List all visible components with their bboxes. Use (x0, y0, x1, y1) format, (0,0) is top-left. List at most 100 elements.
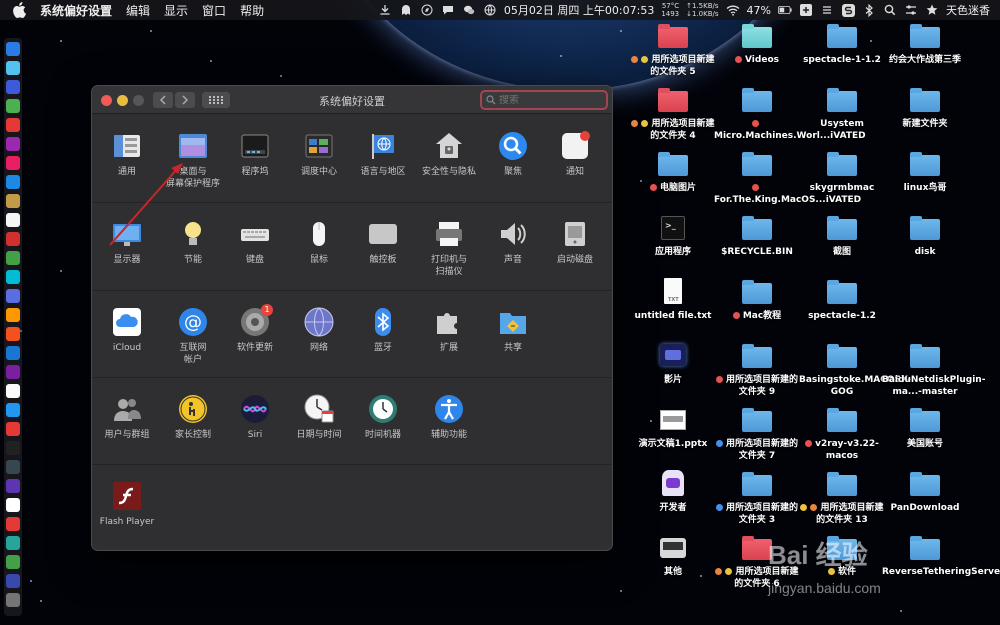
dock-trash-icon[interactable] (6, 593, 20, 607)
search-menubar-icon[interactable] (883, 3, 897, 17)
pref-startup-disk[interactable]: 启动磁盘 (542, 218, 608, 266)
desktop-item[interactable]: 电脑图片 (630, 152, 716, 194)
globe-icon[interactable] (483, 3, 497, 17)
menu-view[interactable]: 显示 (164, 2, 188, 19)
dock-scripts-icon[interactable] (6, 384, 20, 398)
battery-icon[interactable] (778, 3, 792, 17)
desktop-item[interactable]: skygrmbmac (799, 152, 885, 194)
desktop-item[interactable]: Micro.Machines.Worl...iVATED (714, 88, 866, 142)
wechat-icon[interactable] (462, 3, 476, 17)
pref-notifications[interactable]: 通知 (542, 130, 608, 178)
dock-activity-icon[interactable] (6, 460, 20, 474)
desktop-item[interactable]: linux鸟哥 (882, 152, 968, 194)
menu-window[interactable]: 窗口 (202, 2, 226, 19)
pref-accessibility[interactable]: 辅助功能 (416, 393, 482, 441)
dock-netease-icon[interactable] (6, 517, 20, 531)
pref-mission-control[interactable]: 调度中心 (286, 130, 352, 178)
desktop-item[interactable]: 美国账号 (882, 408, 968, 450)
star-icon[interactable] (925, 3, 939, 17)
pref-flash-player[interactable]: Flash Player (94, 480, 160, 528)
dock-xcode-icon[interactable] (6, 175, 20, 189)
desktop-item[interactable]: spectacle-1-1.2 (799, 24, 885, 66)
desktop-item[interactable]: 演示文稿1.pptx (630, 408, 716, 450)
dock-android-icon[interactable] (6, 99, 20, 113)
dock-teamviewer-icon[interactable] (6, 479, 20, 493)
wifi-icon[interactable] (726, 3, 740, 17)
pref-dock[interactable]: 程序坞 (222, 130, 288, 178)
datetime[interactable]: 05月02日 周四 上午00:07:53 (504, 2, 654, 18)
desktop-item[interactable]: 影片 (630, 344, 716, 386)
speech-icon[interactable] (441, 3, 455, 17)
pref-bluetooth[interactable]: 蓝牙 (350, 306, 416, 354)
battery-percent[interactable]: 47% (747, 4, 771, 17)
desktop-item[interactable]: disk (882, 216, 968, 258)
pref-network[interactable]: 网络 (286, 306, 352, 354)
pref-parental-controls[interactable]: 家长控制 (160, 393, 226, 441)
dock-tools-icon[interactable] (6, 327, 20, 341)
desktop-item[interactable]: TXT untitled file.txt (630, 278, 716, 322)
bluetooth-status-icon[interactable] (862, 3, 876, 17)
pref-siri[interactable]: Siri (222, 393, 288, 441)
dock-vivaldi-icon[interactable] (6, 422, 20, 436)
dock-wps-icon[interactable] (6, 574, 20, 588)
desktop-item[interactable]: 约会大作战第三季 (882, 24, 968, 66)
desktop-item[interactable]: 用所选项目新建的文件夹 4 (630, 88, 716, 142)
desktop-item[interactable]: spectacle-1.2 (799, 280, 885, 322)
pref-time-machine[interactable]: 时间机器 (350, 393, 416, 441)
dock-calendar-icon[interactable] (6, 213, 20, 227)
desktop-item[interactable]: ReverseTetheringServer_1.2.0 (882, 536, 1000, 578)
desktop-item[interactable]: 截图 (799, 216, 885, 258)
system-monitor[interactable]: 57°C 1493 (661, 2, 679, 18)
desktop-item[interactable]: Mac教程 (714, 280, 800, 322)
control-icon[interactable] (904, 3, 918, 17)
dock-podcasts-icon[interactable] (6, 365, 20, 379)
window-titlebar[interactable]: 系统偏好设置 (92, 86, 612, 114)
pref-mouse[interactable]: 鼠标 (286, 218, 352, 266)
user-name[interactable]: 天色迷香 (946, 2, 990, 18)
dock-opera-icon[interactable] (6, 118, 20, 132)
dock-notes-icon[interactable] (6, 194, 20, 208)
desktop-item[interactable]: 用所选项目新建的文件夹 3 (714, 472, 800, 526)
pref-extensions[interactable]: 扩展 (416, 306, 482, 354)
desktop-item[interactable]: 其他 (630, 536, 716, 578)
desktop-item[interactable]: 开发者 (630, 470, 716, 514)
dock-whatsapp-icon[interactable] (6, 555, 20, 569)
dock-maps-icon[interactable] (6, 270, 20, 284)
app-menu[interactable]: 系统偏好设置 (40, 2, 112, 19)
dock-launchpad-icon[interactable] (6, 61, 20, 75)
desktop-item[interactable]: BaiduNetdiskPlugin-ma...-master (882, 344, 985, 398)
dock-firefox-icon[interactable] (6, 232, 20, 246)
dock-photos-icon[interactable] (6, 156, 20, 170)
desktop-item[interactable]: For.The.King.MacOS...iVATED (714, 152, 861, 206)
pref-internet-accounts[interactable]: @ 互联网 帐户 (160, 306, 226, 366)
list-icon[interactable] (820, 3, 834, 17)
dock-keynote-icon[interactable] (6, 308, 20, 322)
desktop-item[interactable]: 用所选项目新建的文件夹 7 (714, 408, 800, 462)
dock-stats-icon[interactable] (6, 289, 20, 303)
pref-spotlight[interactable]: 聚焦 (480, 130, 546, 178)
dock-safari-icon[interactable] (6, 80, 20, 94)
pref-icloud[interactable]: iCloud (94, 306, 160, 354)
download-icon[interactable] (378, 3, 392, 17)
desktop-item[interactable]: 用所选项目新建的文件夹 5 (630, 24, 716, 78)
desktop-item[interactable]: 用所选项目新建的文件夹 13 (799, 472, 885, 526)
menu-edit[interactable]: 编辑 (126, 2, 150, 19)
search-field[interactable] (480, 90, 608, 110)
menu-help[interactable]: 帮助 (240, 2, 264, 19)
apple-menu-icon[interactable] (12, 2, 26, 18)
desktop-item[interactable]: Basingstoke.MACOSX-GOG (799, 344, 911, 398)
pref-trackpad[interactable]: 触控板 (350, 218, 416, 266)
desktop-item[interactable]: v2ray-v3.22-macos (799, 408, 885, 462)
pref-date-time[interactable]: 日期与时间 (286, 393, 352, 441)
dock-finder-icon[interactable] (6, 42, 20, 56)
pref-software-update[interactable]: 1 软件更新 (222, 304, 288, 354)
pref-security-privacy[interactable]: 安全性与隐私 (416, 130, 482, 178)
compass-icon[interactable] (420, 3, 434, 17)
pref-users-groups[interactable]: 用户与群组 (94, 393, 160, 441)
desktop-item[interactable]: >_ 应用程序 (630, 216, 716, 258)
pref-keyboard[interactable]: 键盘 (222, 218, 288, 266)
s-app-icon[interactable] (841, 3, 855, 17)
pref-printers-scanners[interactable]: 打印机与 扫描仪 (416, 218, 482, 278)
pref-sharing[interactable]: 共享 (480, 306, 546, 354)
desktop-item[interactable]: Usystem (799, 88, 885, 130)
